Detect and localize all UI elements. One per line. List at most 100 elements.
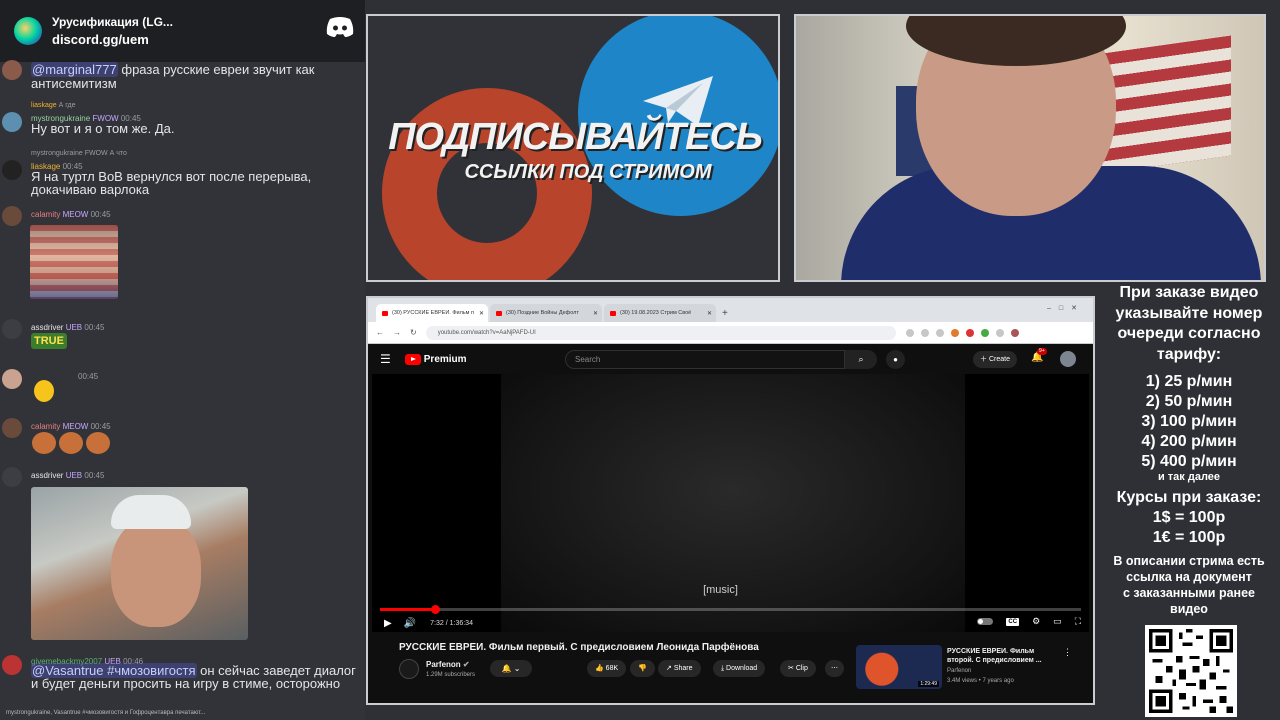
more-options-icon[interactable]: ⋮ [1063, 647, 1072, 658]
extensions-puzzle-icon[interactable] [995, 328, 1004, 337]
forward-icon[interactable]: → [393, 328, 401, 337]
recommended-channel: Parfenon [947, 668, 972, 674]
video-caption: [music] [703, 584, 738, 596]
order-info-panel: При заказе видео указывайте номер очеред… [1104, 283, 1274, 617]
progress-scrubber[interactable] [430, 605, 440, 614]
stream-layout: Урусификация (LG... discord.gg/uem @marg… [0, 0, 1280, 720]
video-player[interactable]: [music] ▶ 🔊 7:32 / 1:36:34 CC ⚙ ▭ ⛶ [372, 374, 1089, 632]
chat-image-attachment[interactable] [31, 487, 248, 640]
recommended-title[interactable]: РУССКИЕ ЕВРЕИ. Фильм второй. С предислов… [947, 647, 1057, 665]
reply-author[interactable]: mystrongukraine [31, 150, 83, 157]
info-line: При заказе видео [1119, 284, 1259, 301]
extension-icon[interactable] [965, 328, 974, 337]
voice-search-mic-icon[interactable]: ● [886, 350, 905, 369]
volume-icon[interactable]: 🔊 [404, 618, 416, 629]
subscriber-count: 1.29M subscribers [426, 672, 476, 678]
back-icon[interactable]: ← [376, 328, 384, 337]
close-tab-icon[interactable]: ✕ [479, 310, 484, 317]
message-author[interactable]: assdriver [31, 323, 63, 332]
and-so-on: и так далее [1157, 471, 1221, 483]
search-button[interactable]: ⌕ [845, 350, 877, 369]
message-text: Я на туртл BoB вернулся вот после переры… [31, 169, 312, 197]
more-actions-button[interactable]: ⋯ [825, 660, 844, 677]
reply-text: А что [109, 150, 127, 157]
extension-icon[interactable] [905, 328, 914, 337]
channel-name[interactable]: Parfenon ✔ [426, 660, 470, 669]
tab-label: (30) Поздние Войны Дефолт [506, 310, 579, 316]
bookmark-star-icon[interactable] [935, 328, 944, 337]
message-time: 00:45 [90, 210, 111, 219]
discord-chat-panel: Урусификация (LG... discord.gg/uem @marg… [0, 0, 365, 720]
theater-mode-icon[interactable]: ▭ [1053, 616, 1062, 627]
subscribed-bell-button[interactable]: 🔔 ⌄ [490, 660, 532, 677]
like-button[interactable]: 👍 68K [587, 660, 627, 677]
close-tab-icon[interactable]: ✕ [707, 310, 712, 317]
qr-code [1145, 625, 1237, 717]
clip-button[interactable]: ✂ Clip [780, 660, 816, 677]
desc-line: видео [1170, 602, 1208, 616]
message-author[interactable]: calamity [31, 210, 60, 219]
server-invite-link[interactable]: discord.gg/uem [52, 31, 173, 48]
fullscreen-icon[interactable]: ⛶ [1075, 616, 1081, 627]
subtitles-cc-icon[interactable]: CC [1006, 617, 1020, 626]
search-input[interactable]: Search [565, 350, 845, 369]
info-line: очереди согласно [1117, 325, 1261, 342]
message-time: 00:45 [84, 323, 105, 332]
face-emoji-row [32, 432, 110, 454]
dislike-button[interactable]: 👎 [630, 660, 655, 677]
recommended-video[interactable]: 1:29:49 РУССКИЕ ЕВРЕИ. Фильм второй. С п… [856, 645, 1086, 691]
user-mention[interactable]: @marginal777 [31, 62, 118, 77]
verified-check-icon: ✔ [462, 660, 470, 669]
close-tab-icon[interactable]: ✕ [593, 310, 598, 317]
youtube-favicon-icon [610, 310, 616, 316]
message-author[interactable]: calamity [31, 422, 60, 431]
user-badge: UEB [65, 471, 83, 480]
progress-fill [380, 608, 435, 611]
true-sticker: TRUE [31, 333, 67, 349]
extension-icon[interactable] [980, 328, 989, 337]
face-emoji-icon [32, 432, 56, 454]
chat-image-attachment[interactable] [30, 225, 118, 299]
tab-label: (30) РУССКИЕ ЕВРЕИ. Фильм п [392, 310, 474, 316]
face-emoji-icon [59, 432, 83, 454]
avatar [2, 369, 22, 389]
browser-tab[interactable]: (30) Поздние Войны Дефолт ✕ [490, 304, 602, 322]
avatar [2, 160, 22, 180]
info-line: указывайте номер [1115, 304, 1263, 322]
autoplay-toggle[interactable] [977, 618, 994, 625]
avatar [2, 112, 22, 132]
message-time: 00:45 [90, 422, 111, 431]
rate-item: 1$ = 100р [1152, 509, 1226, 526]
account-avatar[interactable] [1060, 351, 1076, 367]
channel-avatar[interactable] [399, 659, 419, 679]
share-button[interactable]: ↗ Share [658, 660, 701, 677]
reload-icon[interactable]: ↻ [410, 328, 417, 337]
new-tab-button[interactable]: + [718, 304, 732, 322]
time-display: 7:32 / 1:36:34 [430, 619, 473, 627]
profile-avatar-icon[interactable] [1010, 328, 1019, 337]
video-progress-bar[interactable] [380, 605, 1081, 614]
browser-tab[interactable]: (30) 19.08.2023 Стрим Своё ✕ [604, 304, 716, 322]
recommended-thumbnail[interactable]: 1:29:49 [856, 645, 942, 689]
tariff-item: 4) 200 р/мин [1141, 433, 1237, 450]
extension-icon[interactable] [950, 328, 959, 337]
youtube-favicon-icon [496, 310, 502, 316]
hamburger-menu-icon[interactable]: ☰ [380, 352, 391, 366]
notifications-bell-icon[interactable]: 🔔 9+ [1031, 348, 1047, 363]
create-button[interactable]: ＋ Create [973, 351, 1017, 368]
url-field[interactable]: youtube.com/watch?v=AaNjPAFD-UI [425, 325, 896, 340]
youtube-logo[interactable]: Premium [404, 353, 467, 365]
reply-author[interactable]: liaskage [31, 102, 57, 109]
download-button[interactable]: ⤓ Download [713, 660, 766, 677]
browser-tab[interactable]: (30) РУССКИЕ ЕВРЕИ. Фильм п ✕ [376, 304, 488, 322]
extension-icon[interactable] [920, 328, 929, 337]
settings-gear-icon[interactable]: ⚙ [1032, 616, 1040, 627]
message-author[interactable]: assdriver [31, 471, 63, 480]
avatar [2, 418, 22, 438]
message-time: 00:45 [78, 372, 99, 381]
extension-icons [905, 328, 1019, 337]
window-controls[interactable]: –□✕ [1047, 304, 1085, 312]
info-line: тарифу: [1156, 345, 1222, 363]
avatar [2, 467, 22, 487]
play-icon[interactable]: ▶ [384, 618, 392, 629]
